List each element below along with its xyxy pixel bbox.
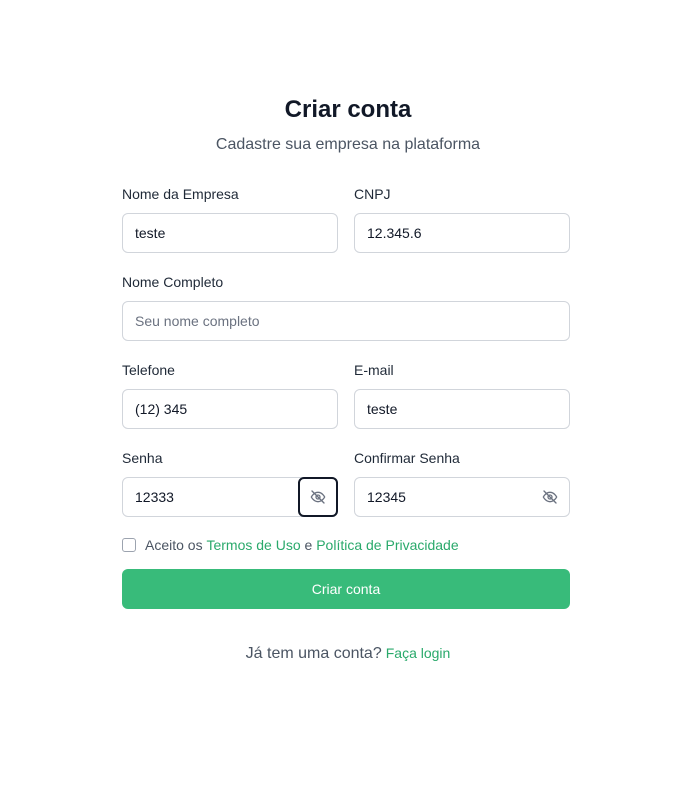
phone-field bbox=[122, 389, 338, 429]
page-title: Criar conta bbox=[284, 96, 412, 123]
eye-off-icon bbox=[542, 490, 558, 504]
cnpj-label: CNPJ bbox=[354, 186, 391, 202]
full-name-label: Nome Completo bbox=[122, 274, 224, 290]
confirm-password-visibility-toggle[interactable] bbox=[530, 477, 570, 517]
cnpj-field bbox=[354, 213, 570, 253]
login-question: Já tem uma conta? bbox=[245, 645, 382, 662]
password-field bbox=[122, 477, 338, 517]
phone-label: Telefone bbox=[122, 362, 175, 378]
page-subtitle: Cadastre sua empresa na plataforma bbox=[215, 136, 481, 153]
password-visibility-toggle[interactable] bbox=[298, 477, 338, 517]
full-name-input[interactable] bbox=[123, 302, 569, 340]
terms-connector: e bbox=[304, 537, 313, 553]
create-account-button[interactable]: Criar conta bbox=[122, 569, 570, 609]
confirm-password-field bbox=[354, 477, 570, 517]
company-name-label: Nome da Empresa bbox=[122, 186, 239, 202]
full-name-field bbox=[122, 301, 570, 341]
confirm-password-label: Confirmar Senha bbox=[354, 450, 460, 466]
password-label: Senha bbox=[122, 450, 163, 466]
terms-row: Aceito os Termos de Uso e Política de Pr… bbox=[122, 535, 459, 555]
email-field bbox=[354, 389, 570, 429]
terms-of-use-link[interactable]: Termos de Uso bbox=[206, 537, 300, 553]
email-label: E-mail bbox=[354, 362, 394, 378]
phone-input[interactable] bbox=[123, 390, 337, 428]
privacy-policy-link[interactable]: Política de Privacidade bbox=[316, 537, 458, 553]
company-name-field bbox=[122, 213, 338, 253]
terms-checkbox[interactable] bbox=[122, 538, 136, 552]
email-input[interactable] bbox=[355, 390, 569, 428]
cnpj-input[interactable] bbox=[355, 214, 569, 252]
terms-prefix: Aceito os bbox=[145, 537, 203, 553]
company-name-input[interactable] bbox=[123, 214, 337, 252]
login-prompt: Já tem uma conta? Faça login bbox=[0, 643, 696, 664]
login-link[interactable]: Faça login bbox=[386, 645, 451, 661]
eye-off-icon bbox=[310, 490, 326, 504]
